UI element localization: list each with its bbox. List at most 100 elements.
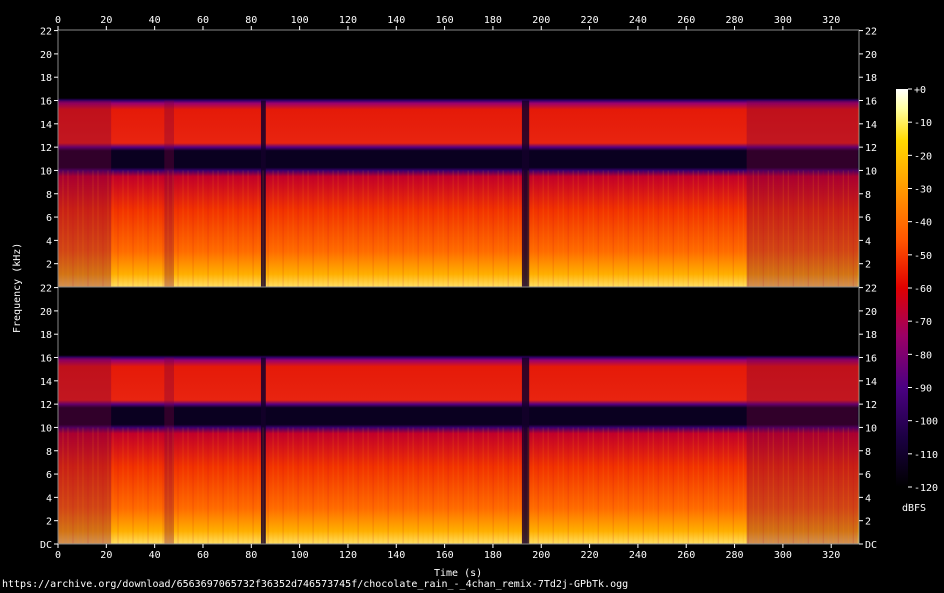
x-tick-label: 100 bbox=[291, 550, 309, 561]
x-tick-label: 120 bbox=[339, 15, 357, 26]
colorbar-tick-label: -60 bbox=[914, 284, 932, 295]
y-tick-label: 8 bbox=[46, 190, 52, 201]
channel-2-sparse-segment bbox=[164, 357, 174, 544]
y-tick-label: 14 bbox=[40, 377, 52, 388]
x-tick-label: 140 bbox=[387, 15, 405, 26]
y-tick-label: 20 bbox=[865, 307, 877, 318]
x-tick-label: 0 bbox=[55, 550, 61, 561]
x-tick-label: 60 bbox=[197, 15, 209, 26]
y-tick-label: 2 bbox=[865, 517, 871, 528]
y-tick-label: 12 bbox=[40, 400, 52, 411]
y-tick-label: 16 bbox=[865, 354, 877, 365]
y-tick-label: 2 bbox=[46, 517, 52, 528]
x-tick-label: 180 bbox=[484, 15, 502, 26]
colorbar-tick-label: -10 bbox=[914, 118, 932, 129]
x-tick-label: 240 bbox=[629, 15, 647, 26]
y-tick-label: 16 bbox=[40, 354, 52, 365]
x-tick-label: 280 bbox=[726, 550, 744, 561]
x-tick-label: 240 bbox=[629, 550, 647, 561]
y-tick-label: 8 bbox=[865, 447, 871, 458]
y-tick-label: DC bbox=[40, 540, 52, 551]
y-tick-label: 12 bbox=[40, 143, 52, 154]
colorbar-tick-label: -40 bbox=[914, 218, 932, 229]
y-tick-label: 14 bbox=[865, 377, 877, 388]
y-tick-label: 16 bbox=[865, 97, 877, 108]
y-tick-label: 2 bbox=[46, 260, 52, 271]
y-tick-label: 10 bbox=[40, 423, 52, 434]
x-tick-label: 220 bbox=[581, 15, 599, 26]
x-tick-label: 180 bbox=[484, 550, 502, 561]
y-tick-label: 22 bbox=[40, 284, 52, 295]
y-tick-label: 6 bbox=[865, 470, 871, 481]
y-tick-label: 14 bbox=[865, 120, 877, 131]
colorbar-tick-label: -120 bbox=[914, 483, 938, 494]
colorbar-tick-label: -70 bbox=[914, 317, 932, 328]
colorbar-gradient bbox=[896, 89, 908, 487]
channel-2-panel bbox=[57, 287, 859, 544]
colorbar: +0 -10 -20 -30 -40 -50 -60 -70 -80 -90 -100 -110 -12… bbox=[896, 85, 938, 514]
y-tick-label: 10 bbox=[865, 166, 877, 177]
y-tick-label: 16 bbox=[40, 97, 52, 108]
x-tick-label: 60 bbox=[197, 550, 209, 561]
y-tick-label: 6 bbox=[46, 213, 52, 224]
x-tick-label: 260 bbox=[677, 15, 695, 26]
y-tick-label: 18 bbox=[40, 73, 52, 84]
y-tick-label: 12 bbox=[865, 400, 877, 411]
x-tick-label: 80 bbox=[245, 550, 257, 561]
y-tick-label: 6 bbox=[865, 213, 871, 224]
y-tick-label: 2 bbox=[865, 260, 871, 271]
y-tick-label: 4 bbox=[865, 493, 871, 504]
y-axis-label: Frequency (kHz) bbox=[12, 243, 23, 333]
channel-1-sparse-segment bbox=[164, 100, 174, 287]
x-tick-label: 220 bbox=[581, 550, 599, 561]
x-tick-label: 140 bbox=[387, 550, 405, 561]
x-tick-label: 320 bbox=[822, 15, 840, 26]
y-tick-label: 22 bbox=[865, 27, 877, 38]
x-tick-label: 40 bbox=[149, 15, 161, 26]
y-tick-label: 8 bbox=[46, 447, 52, 458]
colorbar-tick-label: -20 bbox=[914, 151, 932, 162]
y-tick-label: 18 bbox=[865, 73, 877, 84]
x-tick-label: 200 bbox=[532, 15, 550, 26]
colorbar-tick-label: -110 bbox=[914, 450, 938, 461]
colorbar-tick-label: -80 bbox=[914, 350, 932, 361]
colorbar-tick-label: -90 bbox=[914, 384, 932, 395]
y-tick-label: 12 bbox=[865, 143, 877, 154]
colorbar-tick-label: +0 bbox=[914, 85, 926, 96]
y-tick-label: 22 bbox=[865, 284, 877, 295]
x-tick-label: 40 bbox=[149, 550, 161, 561]
colorbar-tick-label: -100 bbox=[914, 417, 938, 428]
y-tick-label: 20 bbox=[865, 50, 877, 61]
x-axis-label: Time (s) bbox=[434, 568, 482, 579]
y-tick-label: 20 bbox=[40, 50, 52, 61]
y-tick-label: 22 bbox=[40, 27, 52, 38]
y-tick-label: 4 bbox=[46, 493, 52, 504]
y-tick-label: 4 bbox=[865, 236, 871, 247]
y-tick-label: 8 bbox=[865, 190, 871, 201]
channel-1-panel bbox=[57, 30, 859, 287]
x-tick-label: 0 bbox=[55, 15, 61, 26]
y-tick-label: 14 bbox=[40, 120, 52, 131]
x-tick-label: 20 bbox=[100, 550, 112, 561]
y-tick-label: 6 bbox=[46, 470, 52, 481]
x-tick-label: 200 bbox=[532, 550, 550, 561]
colorbar-tick-label: -50 bbox=[914, 251, 932, 262]
y-tick-label: 18 bbox=[865, 330, 877, 341]
y-tick-label: 4 bbox=[46, 236, 52, 247]
spectrogram: 2 24 46 68 810 1012 1214 1416 1618 1820 2022 22DC DC… bbox=[12, 15, 938, 579]
x-tick-label: 300 bbox=[774, 550, 792, 561]
x-tick-label: 160 bbox=[436, 550, 454, 561]
colorbar-label: dBFS bbox=[902, 503, 926, 514]
y-tick-label: 10 bbox=[865, 423, 877, 434]
y-tick-label: 10 bbox=[40, 166, 52, 177]
x-tick-label: 260 bbox=[677, 550, 695, 561]
x-tick-label: 280 bbox=[726, 15, 744, 26]
x-tick-label: 160 bbox=[436, 15, 454, 26]
x-tick-label: 80 bbox=[245, 15, 257, 26]
source-url: https://archive.org/download/65636970657… bbox=[2, 579, 629, 590]
y-tick-label: DC bbox=[865, 540, 877, 551]
x-tick-label: 100 bbox=[291, 15, 309, 26]
y-tick-label: 20 bbox=[40, 307, 52, 318]
y-tick-label: 18 bbox=[40, 330, 52, 341]
x-tick-label: 300 bbox=[774, 15, 792, 26]
